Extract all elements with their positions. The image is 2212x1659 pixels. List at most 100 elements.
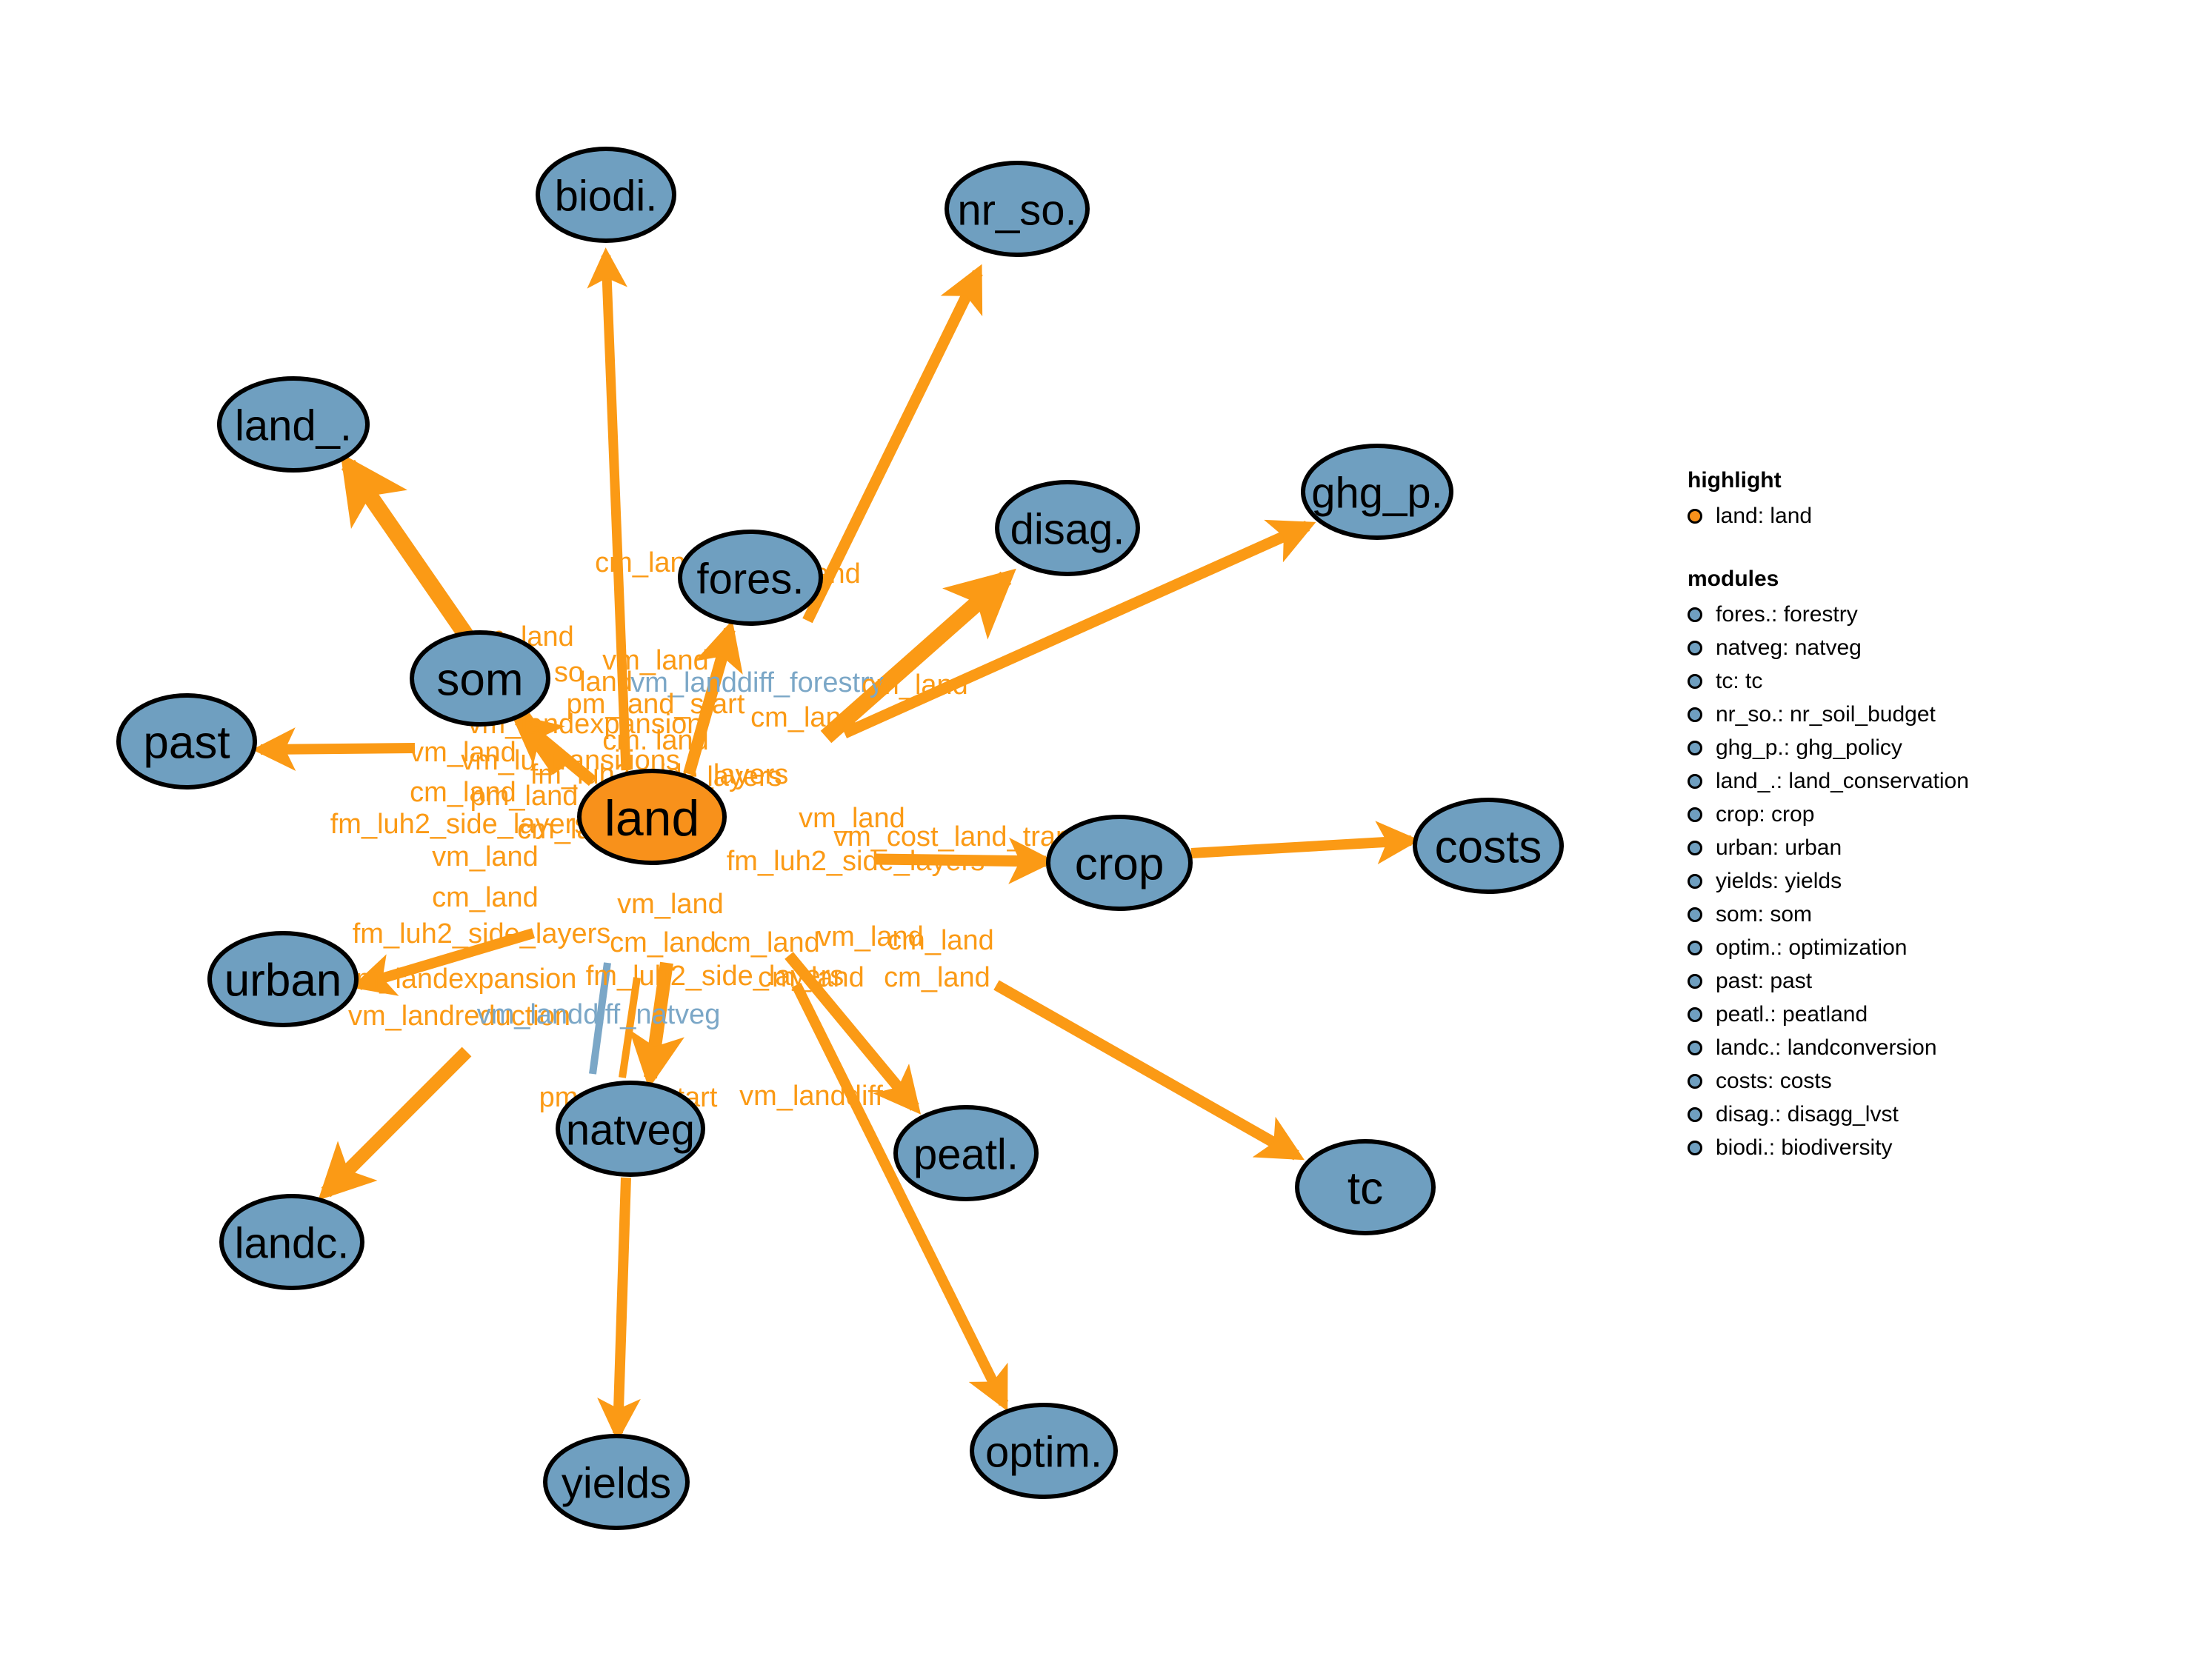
node-disag[interactable]: disag. (995, 480, 1140, 576)
legend-item-label: tc: tc (1716, 668, 1763, 693)
node-peatl[interactable]: peatl. (893, 1105, 1039, 1201)
legend-item[interactable]: past: past (1688, 964, 2132, 998)
node-costs[interactable]: costs (1413, 798, 1564, 894)
legend-item-label: som: som (1716, 901, 1813, 927)
legend-item-label: land: land (1716, 503, 1813, 528)
legend: highlight land: land modules fores.: for… (1688, 468, 2132, 1198)
module-dot-icon (1688, 1073, 1702, 1089)
node-natveg[interactable]: natveg (556, 1081, 705, 1177)
legend-item[interactable]: tc: tc (1688, 664, 2132, 698)
legend-item[interactable]: urban: urban (1688, 831, 2132, 864)
node-label-land_: land_. (235, 402, 352, 450)
node-fores[interactable]: fores. (678, 530, 823, 626)
node-label-biodi: biodi. (555, 173, 658, 221)
edge-label: cm_land (713, 927, 820, 958)
edge-land-to-tc (993, 980, 1305, 1161)
edge-label: fm_luh2_side_layers (353, 918, 611, 949)
module-dot-icon (1688, 973, 1702, 989)
legend-item-label: costs: costs (1716, 1068, 1832, 1093)
node-label-som: som (436, 655, 523, 706)
legend-item[interactable]: peatl.: peatland (1688, 998, 2132, 1031)
node-label-crop: crop (1075, 839, 1165, 890)
node-label-costs: costs (1435, 822, 1542, 873)
edge-natveg-to-yields (597, 1177, 641, 1442)
node-landc[interactable]: landc. (219, 1194, 364, 1290)
module-dot-icon (1688, 607, 1702, 622)
legend-highlight-items: land: land (1688, 499, 2132, 533)
node-land_[interactable]: land_. (217, 376, 370, 473)
legend-item-label: peatl.: peatland (1716, 1001, 1868, 1027)
edge-label: fm_luh2_side_layers (727, 846, 985, 877)
edge-label: cm_land (610, 927, 716, 958)
legend-item-label: fores.: forestry (1716, 601, 1858, 627)
legend-item-label: past: past (1716, 968, 1813, 993)
node-nr_so[interactable]: nr_so. (945, 161, 1090, 257)
legend-item[interactable]: fores.: forestry (1688, 598, 2132, 631)
node-label-nr_so: nr_so. (957, 187, 1076, 235)
legend-item[interactable]: costs: costs (1688, 1064, 2132, 1098)
module-dot-icon (1688, 873, 1702, 889)
legend-title-modules: modules (1688, 567, 1779, 591)
legend-item[interactable]: ghg_p.: ghg_policy (1688, 731, 2132, 764)
legend-item[interactable]: yields: yields (1688, 864, 2132, 898)
module-dot-icon (1688, 807, 1702, 822)
module-dot-icon (1688, 940, 1702, 955)
node-label-urban: urban (224, 955, 342, 1007)
node-label-ghg_p: ghg_p. (1311, 470, 1442, 518)
module-dot-icon (1688, 773, 1702, 789)
node-yields[interactable]: yields (543, 1434, 690, 1530)
node-som[interactable]: som (410, 630, 550, 727)
edge-land-to-landc (318, 1047, 472, 1201)
legend-item[interactable]: land: land (1688, 499, 2132, 533)
module-dot-icon (1688, 640, 1702, 655)
node-label-fores: fores. (696, 555, 804, 604)
legend-item-label: urban: urban (1716, 835, 1842, 860)
node-past[interactable]: past (116, 693, 257, 790)
legend-item[interactable]: som: som (1688, 898, 2132, 931)
legend-item-label: yields: yields (1716, 868, 1842, 893)
node-label-disag: disag. (1010, 506, 1125, 554)
legend-item[interactable]: landc.: landconversion (1688, 1031, 2132, 1064)
legend-item-label: landc.: landconversion (1716, 1035, 1937, 1060)
legend-item-label: ghg_p.: ghg_policy (1716, 735, 1902, 760)
node-label-yields: yields (562, 1460, 671, 1508)
highlight-dot-icon (1688, 508, 1702, 524)
module-dot-icon (1688, 1007, 1702, 1022)
legend-item[interactable]: nr_so.: nr_soil_budget (1688, 698, 2132, 731)
node-optim[interactable]: optim. (970, 1403, 1118, 1499)
node-land[interactable]: land (577, 769, 727, 865)
module-dot-icon (1688, 840, 1702, 855)
edge-label: cm_land (884, 962, 990, 993)
legend-item[interactable]: disag.: disagg_lvst (1688, 1098, 2132, 1131)
edge-label: vm_landexpansion (342, 964, 577, 995)
module-dot-icon (1688, 907, 1702, 922)
legend-item[interactable]: biodi.: biodiversity (1688, 1131, 2132, 1164)
edge-label: cm_land (887, 925, 994, 956)
node-ghg_p[interactable]: ghg_p. (1301, 444, 1453, 540)
edge-label: cm_land (758, 962, 865, 993)
legend-item[interactable]: land_.: land_conservation (1688, 764, 2132, 798)
node-crop[interactable]: crop (1046, 815, 1193, 911)
node-label-past: past (143, 718, 230, 769)
edge-crop-to-costs (1190, 821, 1420, 865)
legend-item[interactable]: crop: crop (1688, 798, 2132, 831)
node-tc[interactable]: tc (1295, 1139, 1436, 1235)
edge-label: cm_land (432, 882, 539, 913)
node-biodi[interactable]: biodi. (536, 147, 676, 243)
legend-item[interactable]: natveg: natveg (1688, 631, 2132, 664)
node-label-natveg: natveg (566, 1106, 695, 1155)
legend-item-label: natveg: natveg (1716, 635, 1862, 660)
node-label-land: land (604, 790, 700, 847)
node-label-optim: optim. (985, 1429, 1102, 1477)
node-label-peatl: peatl. (913, 1131, 1019, 1179)
edge-label: layers (707, 761, 782, 792)
edge-label: cm_land (750, 702, 857, 733)
node-label-tc: tc (1347, 1164, 1383, 1215)
node-urban[interactable]: urban (207, 931, 359, 1027)
legend-group-modules: modules fores.: forestry natveg: natveg tc… (1688, 567, 2132, 1164)
module-dot-icon (1688, 740, 1702, 755)
edge-label: vm_landdiff_natveg (477, 999, 721, 1030)
module-dot-icon (1688, 1040, 1702, 1055)
legend-item[interactable]: optim.: optimization (1688, 931, 2132, 964)
module-dot-icon (1688, 1106, 1702, 1122)
